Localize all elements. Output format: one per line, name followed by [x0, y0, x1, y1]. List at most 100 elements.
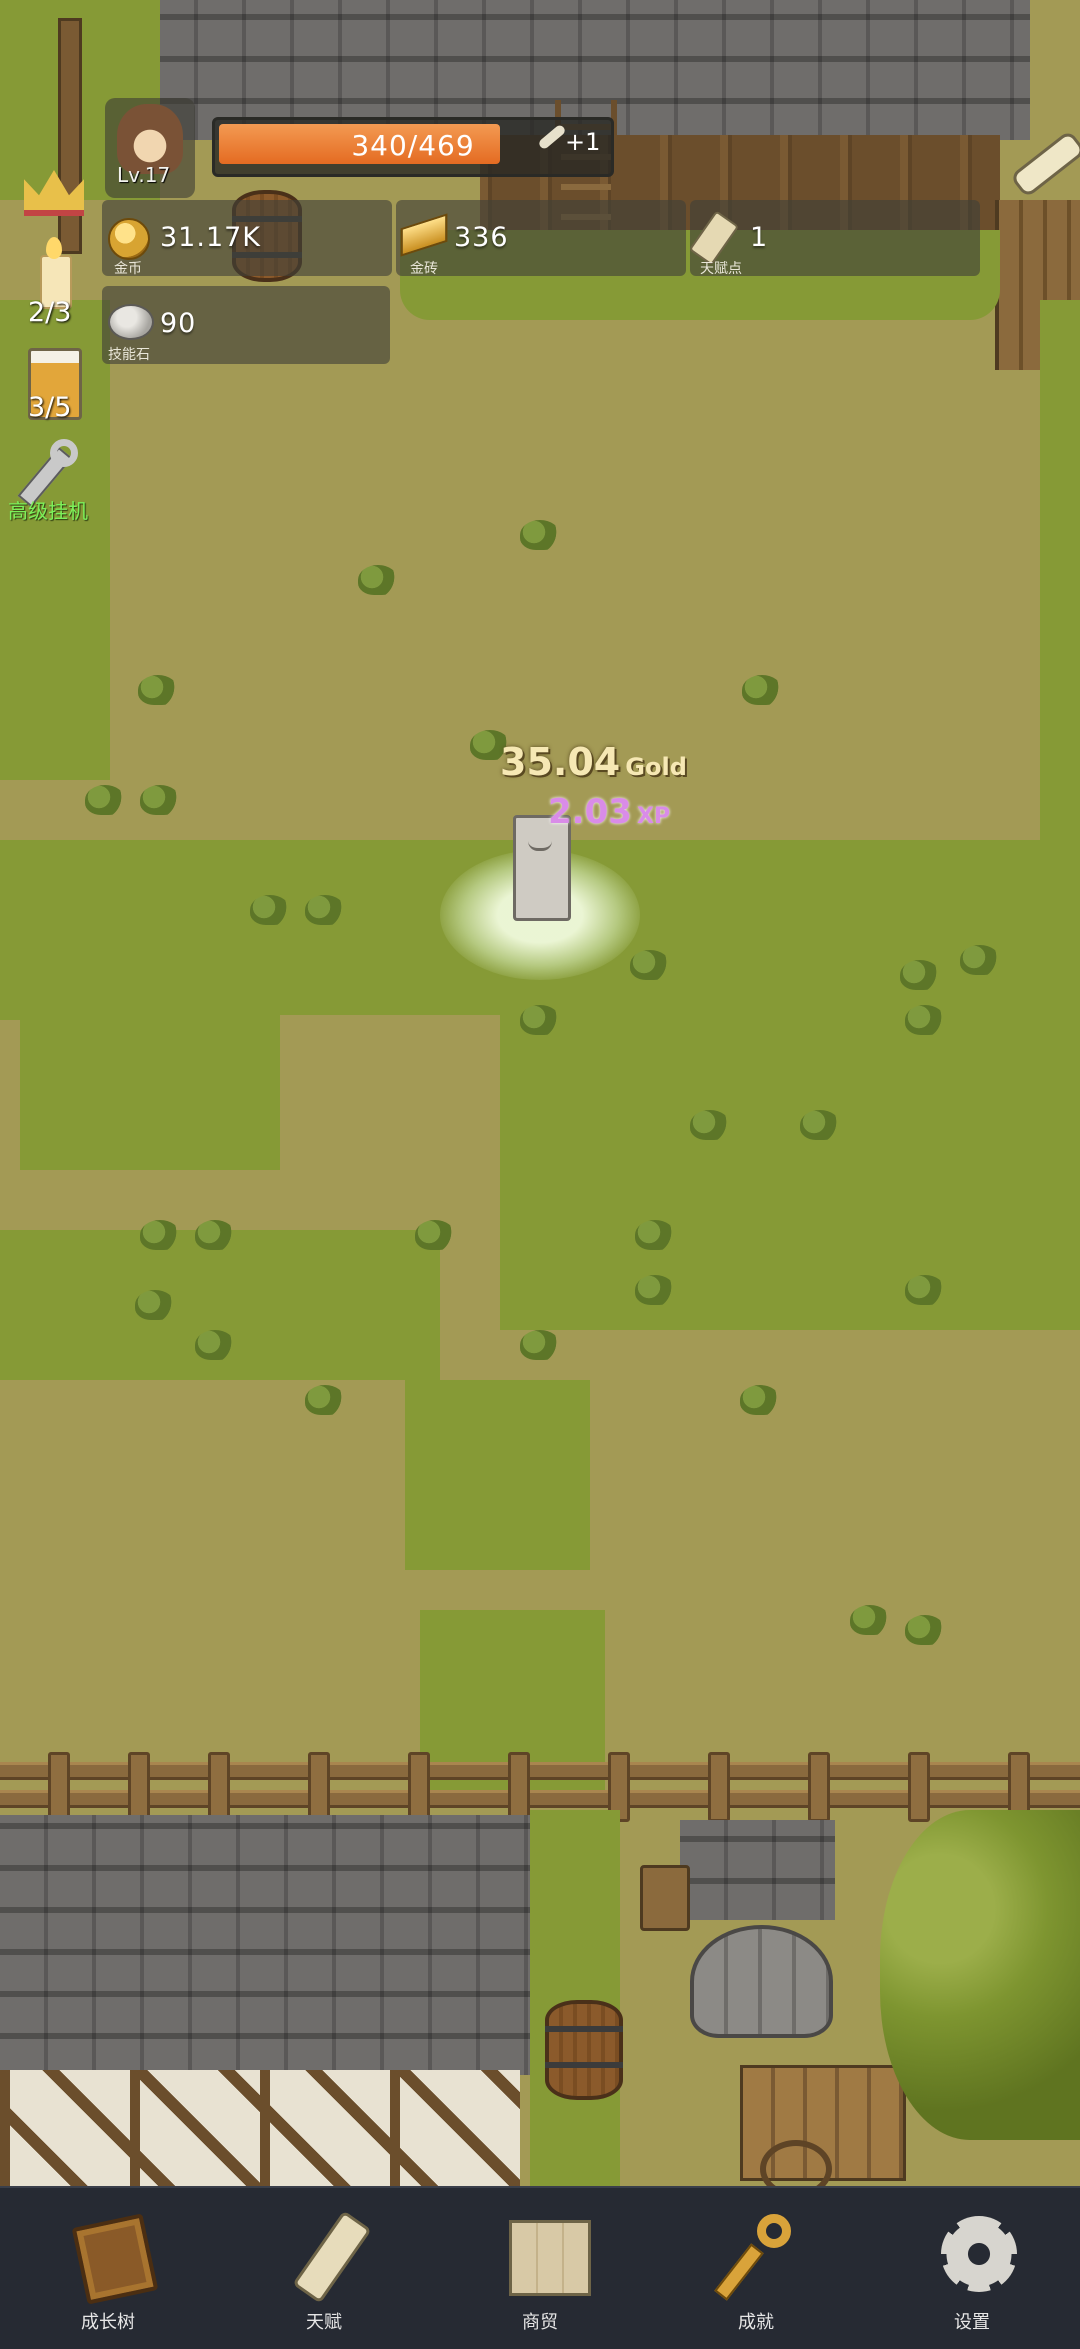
plant: [520, 1330, 560, 1360]
plant: [140, 785, 180, 815]
plant: [742, 675, 782, 705]
fence-post: [128, 1752, 150, 1822]
plant: [195, 1330, 235, 1360]
plant: [140, 1220, 180, 1250]
plant: [195, 1220, 235, 1250]
gold-panel[interactable]: 31.17K 金币: [102, 200, 392, 277]
plant: [740, 1385, 780, 1415]
plant: [905, 1615, 945, 1645]
bucket: [640, 1865, 690, 1931]
plant: [305, 1385, 345, 1415]
bottom-building-roof: [0, 1815, 530, 2075]
grass-right-edge: [1040, 300, 1080, 840]
gold-reward-popup: 35.04 Gold: [500, 740, 700, 790]
well-base: [690, 1925, 833, 2038]
gold-value: 31.17K: [160, 222, 262, 253]
nav-growth-tree[interactable]: 成长树: [28, 2188, 188, 2349]
map-icon: [505, 2212, 591, 2296]
plant: [415, 1220, 455, 1250]
bottom-nav: 成长树 天赋 商贸 成就 设置: [0, 2186, 1080, 2349]
plant: [905, 1275, 945, 1305]
skill-stone-value: 90: [160, 308, 197, 339]
talent-points-value: 1: [750, 222, 769, 253]
fence-post: [208, 1752, 230, 1822]
gold-coin-icon: [108, 218, 150, 260]
grass-by-building: [530, 1810, 620, 2186]
xp-reward-value: 2.03: [548, 792, 632, 832]
skill-stone-label: 技能石: [108, 347, 150, 363]
fence-post: [908, 1752, 930, 1822]
bonus-text: +1: [565, 128, 601, 156]
nav-talent[interactable]: 天赋: [244, 2188, 404, 2349]
well-roof: [680, 1820, 835, 1920]
book-icon: [71, 2212, 159, 2305]
dummy-face-icon: [528, 838, 552, 851]
crown-button[interactable]: [20, 160, 90, 220]
nav-growth-tree-label: 成长树: [81, 2312, 135, 2333]
nav-achievements-label: 成就: [738, 2312, 774, 2333]
candle-count: 2/3: [28, 297, 72, 328]
skill-stone-panel[interactable]: 90 技能石: [102, 286, 390, 364]
nav-trade[interactable]: 商贸: [460, 2188, 620, 2349]
gear-icon: [937, 2212, 1017, 2292]
scroll-icon: [289, 2210, 372, 2304]
fence-post: [48, 1752, 70, 1822]
nav-achievements[interactable]: 成就: [676, 2188, 836, 2349]
fence-post: [308, 1752, 330, 1822]
grass-lower-mid: [405, 1380, 590, 1570]
plant: [900, 960, 940, 990]
advanced-idle-label: 高级挂机: [8, 499, 88, 523]
candle-button[interactable]: 2/3: [20, 235, 90, 330]
gold-reward-unit: Gold: [625, 753, 687, 781]
candle-flame-icon: [46, 237, 62, 259]
bottom-building-wall: [0, 2070, 520, 2186]
grass-left-patch: [20, 1000, 280, 1170]
fence-post: [408, 1752, 430, 1822]
plant: [850, 1605, 890, 1635]
plant: [520, 520, 560, 550]
beer-button[interactable]: 3/5: [22, 340, 92, 430]
plant: [358, 565, 398, 595]
gold-bar-panel[interactable]: 336 金砖: [396, 200, 686, 277]
fence-post: [808, 1752, 830, 1822]
nav-trade-label: 商贸: [522, 2312, 558, 2333]
plant: [960, 945, 1000, 975]
crown-icon: [24, 170, 84, 216]
bonus-indicator[interactable]: +1: [535, 123, 605, 164]
wrench-head-icon: [50, 439, 78, 467]
gold-reward-value: 35.04: [500, 740, 621, 784]
plant: [135, 1290, 175, 1320]
bottom-barrel: [545, 2000, 623, 2100]
advanced-idle-button[interactable]: 高级挂机: [8, 435, 108, 525]
plant: [690, 1110, 730, 1140]
key-icon: [714, 2212, 801, 2301]
plant: [520, 1005, 560, 1035]
timber-frame: [0, 2070, 520, 2186]
gold-bar-label: 金砖: [410, 261, 438, 277]
player-level: Lv.17: [117, 163, 171, 187]
xp-reward-popup: 2.03 XP: [548, 792, 708, 836]
plant: [85, 785, 125, 815]
tree-canopy: [880, 1810, 1080, 2140]
talent-points-panel[interactable]: 1 天赋点: [688, 200, 980, 277]
nav-settings[interactable]: 设置: [892, 2188, 1052, 2349]
plant: [635, 1220, 675, 1250]
talent-points-label: 天赋点: [700, 261, 742, 277]
plant: [800, 1110, 840, 1140]
fence-post: [508, 1752, 530, 1822]
plant: [138, 675, 178, 705]
nav-talent-label: 天赋: [306, 2312, 342, 2333]
grass-right-patch: [500, 1000, 1080, 1330]
plant: [635, 1275, 675, 1305]
plant: [905, 1005, 945, 1035]
plant: [630, 950, 670, 980]
skill-stone-icon: [108, 304, 154, 340]
nav-settings-label: 设置: [954, 2312, 990, 2333]
plant: [250, 895, 290, 925]
plant: [305, 895, 345, 925]
bone-icon: [537, 123, 567, 151]
xp-reward-unit: XP: [636, 804, 671, 829]
fence-post: [708, 1752, 730, 1822]
gold-bar-value: 336: [454, 222, 509, 253]
gold-bar-icon: [400, 213, 448, 257]
